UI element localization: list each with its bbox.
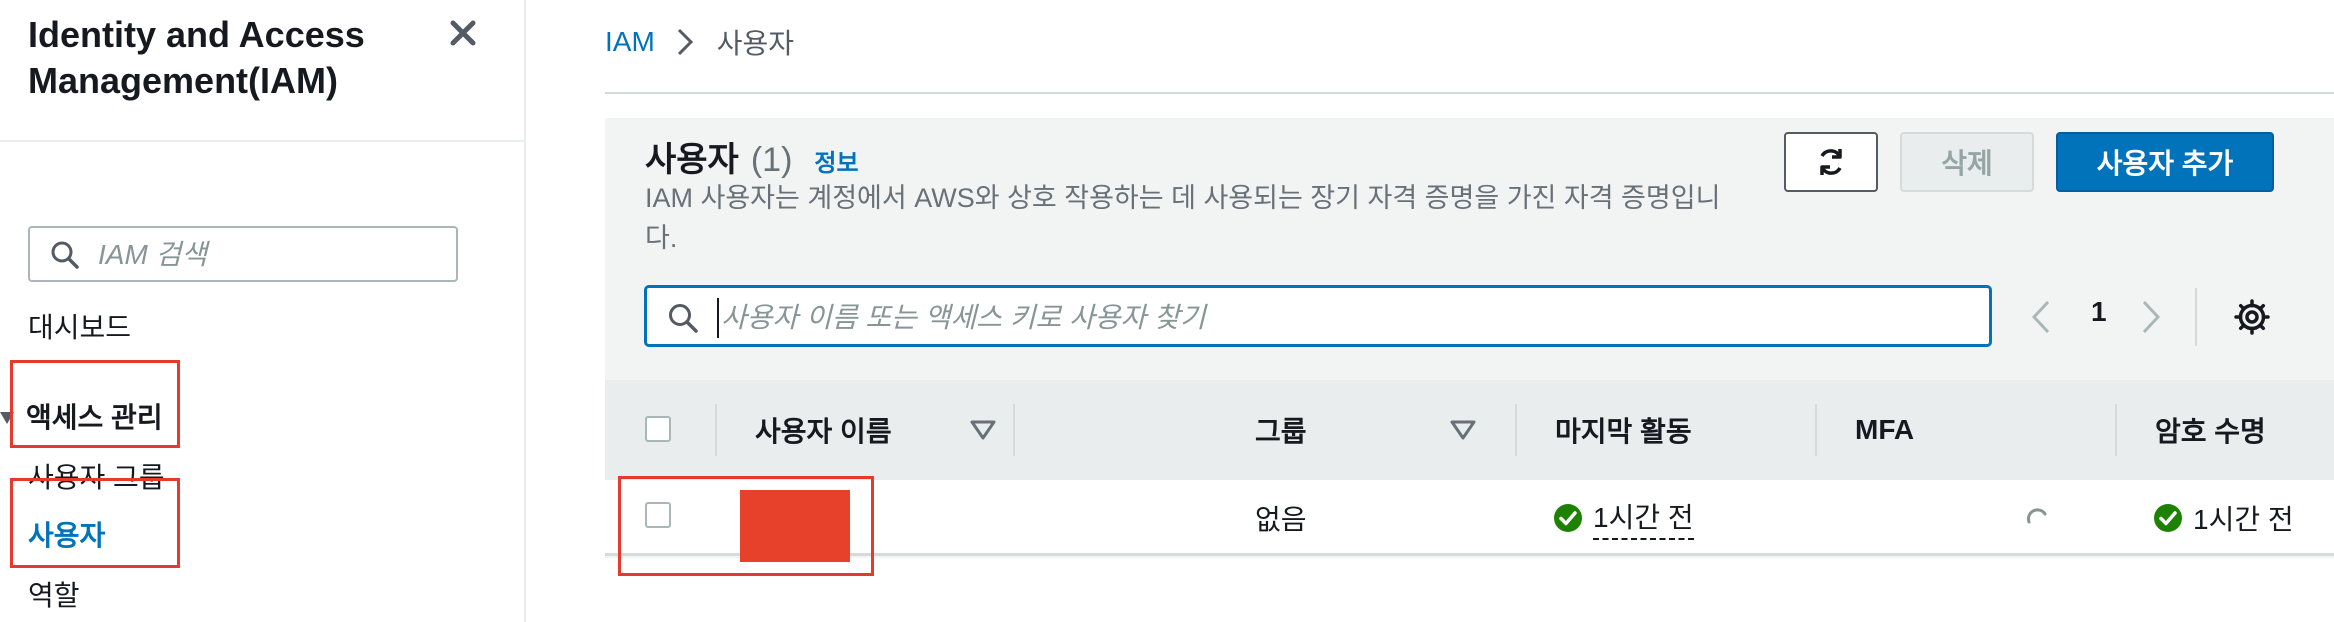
column-divider	[2115, 404, 2117, 456]
sidebar-section-label: 액세스 관리	[26, 402, 163, 433]
sidebar-search	[28, 226, 458, 282]
sidebar-item-users[interactable]: 사용자	[28, 514, 105, 554]
select-all-checkbox[interactable]	[645, 416, 671, 442]
sidebar-section-access-management[interactable]: 액세스 관리	[0, 388, 180, 448]
user-filter-input[interactable]	[717, 298, 1963, 338]
close-icon[interactable]	[446, 16, 480, 50]
column-divider	[1013, 404, 1015, 456]
column-divider	[715, 404, 717, 456]
sort-icon[interactable]	[1449, 418, 1477, 442]
header-divider	[605, 92, 2334, 94]
check-circle-icon	[1554, 504, 1582, 532]
page-number[interactable]: 1	[2091, 296, 2107, 328]
gear-icon[interactable]	[2233, 298, 2271, 336]
column-header-last-activity[interactable]: 마지막 활동	[1555, 380, 1692, 480]
breadcrumb-current: 사용자	[716, 28, 795, 59]
sidebar-search-input[interactable]	[96, 236, 440, 274]
loading-icon	[2026, 508, 2047, 524]
cell-group: 없음	[1255, 504, 1307, 535]
add-user-button[interactable]: 사용자 추가	[2056, 132, 2274, 192]
table-row[interactable]: 없음 1시간 전 1시간 전	[605, 480, 2334, 562]
breadcrumb: IAM 사용자	[605, 22, 794, 62]
sort-icon[interactable]	[969, 418, 997, 442]
user-filter	[645, 286, 1991, 346]
sidebar-title: Identity and Access Management(IAM)	[28, 14, 365, 101]
search-icon	[51, 241, 79, 269]
cell-password-age: 1시간 전	[2153, 480, 2294, 556]
column-header-password-age[interactable]: 암호 수명	[2155, 380, 2266, 480]
chevron-right-icon[interactable]	[2139, 298, 2163, 336]
column-divider	[1815, 404, 1817, 456]
chevron-right-icon	[677, 28, 693, 56]
chevron-left-icon[interactable]	[2029, 298, 2053, 336]
navigation-sidebar: Identity and Access Management(IAM) 대시보드…	[0, 0, 526, 622]
breadcrumb-iam-link[interactable]: IAM	[605, 26, 655, 58]
cell-last-activity: 1시간 전	[1553, 480, 1694, 556]
delete-button[interactable]: 삭제	[1900, 132, 2034, 192]
info-link[interactable]: 정보	[814, 143, 858, 178]
sidebar-item-dashboard[interactable]: 대시보드	[28, 306, 131, 346]
refresh-icon	[1820, 149, 1842, 175]
column-header-username[interactable]: 사용자 이름	[755, 380, 892, 480]
refresh-button[interactable]	[1784, 132, 1878, 192]
last-activity-value[interactable]: 1시간 전	[1593, 496, 1694, 540]
column-header-mfa[interactable]: MFA	[1855, 380, 1914, 480]
password-age-value: 1시간 전	[2193, 504, 2294, 535]
panel-heading: 사용자 (1) 정보	[645, 132, 859, 181]
search-icon	[669, 304, 698, 333]
row-select-checkbox[interactable]	[645, 502, 671, 528]
check-circle-icon	[2154, 504, 2182, 532]
sidebar-item-user-groups[interactable]: 사용자 그룹	[28, 456, 165, 496]
sidebar-divider	[0, 140, 524, 142]
caret-down-icon	[0, 412, 14, 424]
sidebar-item-roles[interactable]: 역할	[28, 574, 80, 614]
column-header-group[interactable]: 그룹	[1255, 380, 1307, 480]
panel-description: IAM 사용자는 계정에서 AWS와 상호 작용하는 데 사용되는 장기 자격 …	[645, 183, 1721, 253]
pager-divider	[2195, 288, 2197, 346]
column-divider	[1515, 404, 1517, 456]
table-header: 사용자 이름 그룹 마지막 활동 MFA 암호 수명	[605, 380, 2334, 480]
panel-title: 사용자	[645, 141, 739, 179]
redacted-username	[740, 490, 850, 562]
user-count: (1)	[750, 141, 793, 179]
